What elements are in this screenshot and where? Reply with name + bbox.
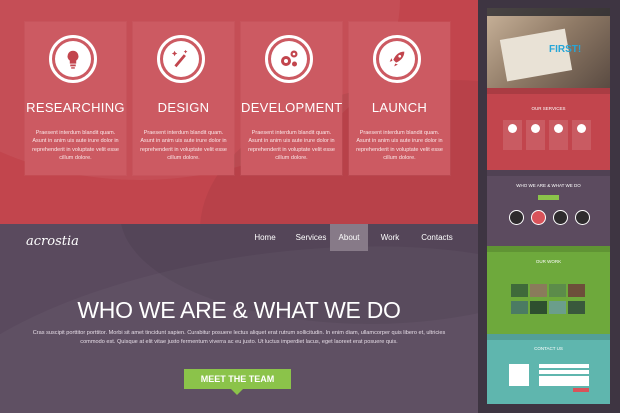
site-logo[interactable]: acrostia: [26, 234, 79, 249]
page-thumbnail-strip[interactable]: FIRST! OUR SERVICES WHO WE ARE & WHAT WE…: [487, 8, 610, 404]
thumb-services-title: OUR SERVICES: [531, 106, 566, 111]
about-paragraph: Cras suscipit porttitor porttitor. Morbi…: [32, 330, 446, 345]
nav-home[interactable]: Home: [247, 224, 283, 251]
services-section: RESEARCHING Praesent interdum blandit qu…: [0, 0, 478, 224]
service-title: DEVELOPMENT: [241, 100, 343, 115]
thumb-hero: FIRST!: [487, 8, 610, 88]
rocket-icon-ring: [373, 35, 421, 83]
service-description: Praesent interdum blandit quam. Asunt in…: [140, 130, 227, 161]
magic-wand-icon: [171, 49, 188, 68]
nav-work[interactable]: Work: [373, 224, 407, 251]
nav-contacts[interactable]: Contacts: [417, 224, 457, 251]
service-description: Praesent interdum blandit quam. Asunt in…: [248, 130, 335, 161]
service-card-design: DESIGN Praesent interdum blandit quam. A…: [133, 22, 234, 175]
rocket-icon: [389, 51, 405, 67]
service-title: LAUNCH: [371, 100, 428, 115]
service-description: Praesent interdum blandit quam. Asunt in…: [356, 130, 443, 161]
nav-about[interactable]: About: [330, 224, 368, 251]
thumb-work-title: OUR WORK: [535, 259, 562, 264]
service-card-launch: LAUNCH Praesent interdum blandit quam. A…: [349, 22, 450, 175]
thumb-contact-title: CONTACT US: [534, 346, 563, 351]
thumb-hero-text: FIRST!: [549, 44, 582, 55]
main-preview: RESEARCHING Praesent interdum blandit qu…: [0, 0, 478, 413]
thumb-work: OUR WORK: [487, 246, 610, 334]
thumb-contact: CONTACT US: [487, 334, 610, 404]
service-description: Praesent interdum blandit quam. Asunt in…: [32, 130, 119, 161]
thumb-about-title: WHO WE ARE & WHAT WE DO: [516, 183, 581, 188]
lightbulb-icon-ring: [49, 35, 97, 83]
page-thumbnail-panel: FIRST! OUR SERVICES WHO WE ARE & WHAT WE…: [478, 0, 620, 413]
service-title: RESEARCHING: [26, 100, 125, 115]
gears-icon: [281, 50, 298, 67]
thumb-services: OUR SERVICES: [487, 88, 610, 170]
service-title: DESIGN: [157, 100, 210, 115]
service-card-development: DEVELOPMENT Praesent interdum blandit qu…: [241, 22, 342, 175]
thumb-about: WHO WE ARE & WHAT WE DO: [487, 170, 610, 246]
meet-the-team-button[interactable]: MEET THE TEAM: [184, 369, 291, 395]
about-section: acrostia Home Services About Work Contac…: [0, 224, 478, 413]
magic-wand-icon-ring: [157, 35, 205, 83]
nav-services[interactable]: Services: [291, 224, 331, 251]
lightbulb-icon: [67, 50, 79, 69]
gears-icon-ring: [265, 35, 313, 83]
service-card-researching: RESEARCHING Praesent interdum blandit qu…: [25, 22, 126, 175]
about-heading: WHO WE ARE & WHAT WE DO: [77, 297, 401, 323]
